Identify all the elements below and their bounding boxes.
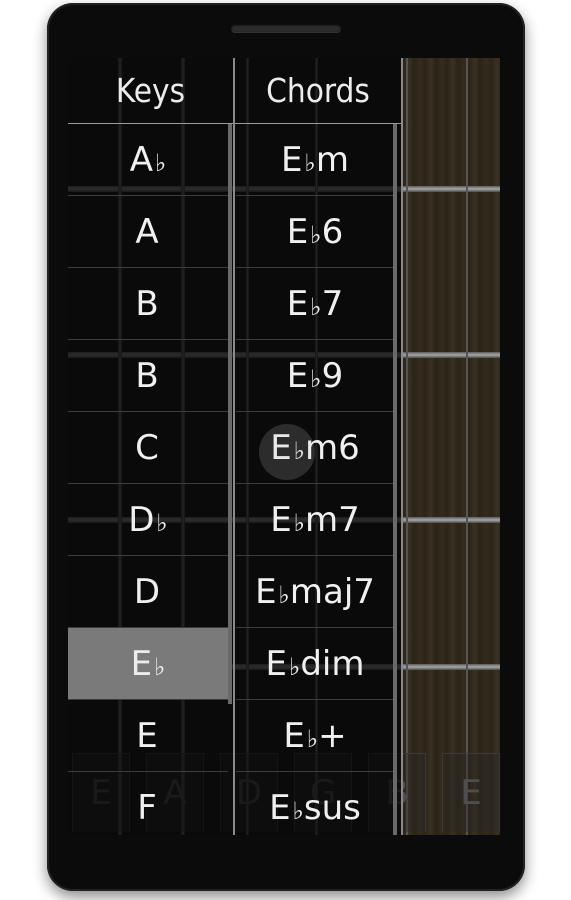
flat-symbol: ♭ (292, 797, 304, 825)
chords-scrollbar[interactable] (393, 124, 397, 835)
chord-quality: + (318, 716, 347, 756)
chord-item[interactable]: E♭dim (236, 628, 394, 700)
phone-chin (47, 835, 525, 891)
key-root: B (135, 356, 159, 396)
chord-root: E (286, 284, 309, 324)
chord-item[interactable]: E♭m7 (236, 484, 394, 556)
flat-symbol: ♭ (154, 653, 166, 681)
chord-quality: m7 (305, 500, 360, 540)
key-item[interactable]: D (68, 556, 228, 628)
key-root: D (133, 572, 161, 612)
earpiece-speaker (231, 24, 341, 32)
flat-symbol: ♭ (278, 581, 290, 609)
guitar-string (466, 58, 468, 835)
flat-symbol: ♭ (156, 509, 168, 537)
chord-item[interactable]: E♭m (236, 124, 394, 196)
flat-symbol: ♭ (154, 149, 167, 177)
key-item[interactable]: C (68, 412, 228, 484)
chord-root: E (255, 572, 277, 612)
chord-item[interactable]: E♭maj7 (236, 556, 394, 628)
key-item[interactable]: A♭ (68, 124, 228, 196)
chord-root: E (265, 644, 287, 684)
chord-item[interactable]: E♭+ (236, 700, 394, 772)
key-root: D (128, 500, 155, 540)
chord-item[interactable]: E♭7 (236, 268, 394, 340)
key-root: B (135, 284, 159, 324)
chord-root: E (270, 500, 292, 540)
chord-quality: sus (303, 788, 361, 828)
chord-quality: m (315, 140, 349, 180)
fretboard-wood (403, 58, 500, 835)
column-divider (233, 58, 235, 835)
key-root: F (137, 788, 157, 828)
keys-scrollbar[interactable] (228, 124, 232, 704)
chord-quality: 6 (321, 212, 344, 252)
key-item[interactable]: A (68, 196, 228, 268)
chord-root: E (281, 140, 303, 180)
key-root: C (135, 428, 159, 468)
flat-symbol: ♭ (289, 653, 301, 681)
key-item[interactable]: D♭ (68, 484, 228, 556)
chord-root: E (286, 356, 309, 396)
key-root: A (129, 140, 153, 180)
chord-root: E (286, 212, 309, 252)
flat-symbol: ♭ (293, 509, 306, 537)
guitar-string (406, 58, 408, 835)
chord-item[interactable]: E♭9 (236, 340, 394, 412)
chord-quality: dim (300, 644, 365, 684)
flat-symbol: ♭ (310, 221, 322, 249)
chord-quality: 7 (321, 284, 344, 324)
key-item[interactable]: E (68, 700, 228, 772)
key-item[interactable]: E♭ (68, 628, 228, 700)
key-root: E (130, 644, 153, 684)
chord-item[interactable]: E♭sus (236, 772, 394, 835)
key-item[interactable]: F (68, 772, 228, 835)
chord-item[interactable]: E♭6 (236, 196, 394, 268)
keys-list[interactable]: A♭ A B B C D♭ D E♭ E F (68, 124, 228, 835)
app-screen: E A D G B E Keys Chords A♭ABBCD♭DE♭EF E♭… (68, 58, 500, 835)
key-item[interactable]: B (68, 268, 228, 340)
flat-symbol: ♭ (310, 293, 322, 321)
flat-symbol: ♭ (304, 149, 316, 177)
flat-symbol: ♭ (310, 365, 322, 393)
column-divider (401, 58, 403, 835)
open-string-label[interactable]: E (442, 753, 500, 832)
chord-root: E (269, 788, 291, 828)
keys-header: Keys (115, 71, 186, 110)
key-root: A (135, 212, 159, 252)
touch-indicator (259, 424, 315, 480)
chord-quality: maj7 (289, 572, 375, 612)
chord-picker: Keys Chords A♭ A B B C D♭ D E♭ E F E♭m E♭6 E♭7 E♭9 E♭… (68, 58, 403, 835)
chord-quality: 9 (321, 356, 344, 396)
flat-symbol: ♭ (306, 725, 319, 753)
key-root: E (136, 716, 158, 756)
phone-frame: E A D G B E Keys Chords A♭ABBCD♭DE♭EF E♭… (47, 3, 525, 891)
chords-header: Chords (266, 71, 370, 110)
key-item[interactable]: B (68, 340, 228, 412)
chords-list[interactable]: E♭m E♭6 E♭7 E♭9 E♭m6 E♭m7 E♭maj7 E♭dim E♭+ E♭sus (236, 124, 394, 835)
chord-root: E (283, 716, 305, 756)
